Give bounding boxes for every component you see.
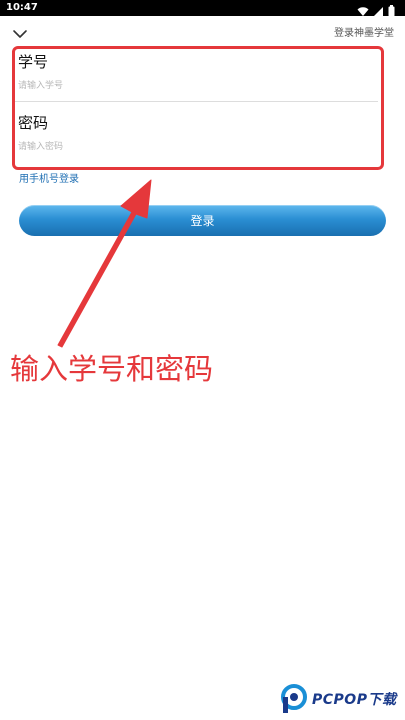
student-id-input[interactable] xyxy=(18,79,358,93)
chevron-down-icon[interactable] xyxy=(12,26,28,40)
status-bar: 10:47 xyxy=(0,0,405,17)
page-title: 登录神墨学堂 xyxy=(334,28,394,39)
status-time: 10:47 xyxy=(6,2,38,13)
student-id-label: 学号 xyxy=(18,53,49,71)
pcpop-logo-icon xyxy=(281,684,307,713)
field-divider xyxy=(14,101,378,102)
watermark-text: PCPOP下载 xyxy=(312,692,397,708)
phone-login-link[interactable]: 用手机号登录 xyxy=(19,174,79,186)
password-input[interactable] xyxy=(18,140,358,154)
annotation-caption: 输入学号和密码 xyxy=(10,352,214,386)
password-field: 密码 xyxy=(18,114,378,160)
password-label: 密码 xyxy=(18,114,49,132)
signal-icon xyxy=(373,2,384,16)
pcpop-watermark: PCPOP下载 xyxy=(280,683,396,715)
battery-icon xyxy=(388,2,395,17)
status-icons xyxy=(357,2,395,17)
login-button[interactable]: 登录 xyxy=(19,205,386,236)
student-id-field: 学号 xyxy=(18,53,378,99)
wifi-icon xyxy=(357,2,369,16)
